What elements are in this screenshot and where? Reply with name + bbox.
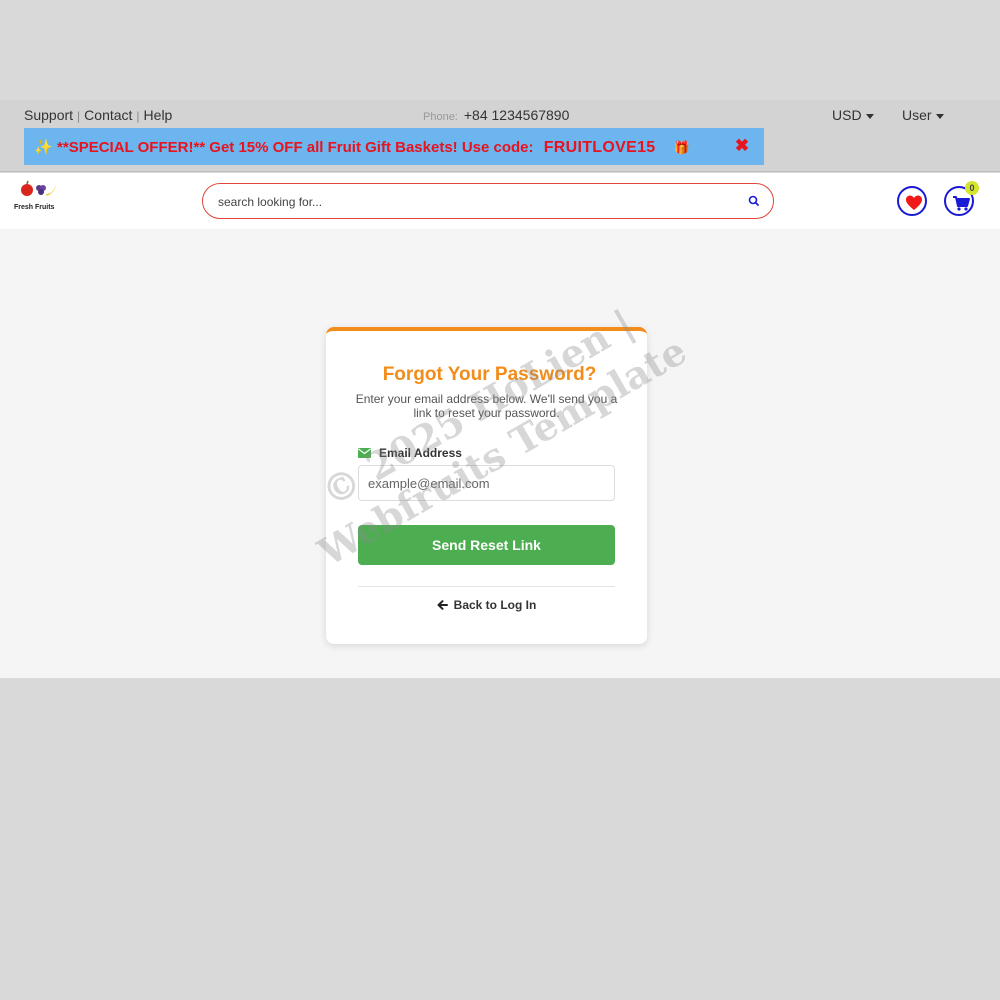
caret-down-icon [935, 113, 944, 119]
promo-text: **SPECIAL OFFER!** Get 15% OFF all Fruit… [57, 139, 534, 156]
promo-banner: ✨ **SPECIAL OFFER!** Get 15% OFF all Fru… [24, 128, 764, 165]
email-label-text: Email Address [379, 446, 462, 460]
back-to-login-label: Back to Log In [453, 598, 537, 612]
user-dropdown[interactable]: User [902, 107, 944, 123]
close-icon[interactable]: ✖ [734, 136, 750, 156]
back-to-login-link[interactable]: Back to Log In [326, 598, 647, 612]
search-icon[interactable] [747, 194, 761, 208]
logo[interactable]: Fresh Fruits [12, 180, 60, 211]
contact-link[interactable]: Contact [84, 107, 132, 123]
phone-label: Phone: [423, 111, 458, 123]
logo-text: Fresh Fruits [14, 204, 55, 211]
email-field[interactable] [358, 465, 615, 501]
phone-number: +84 1234567890 [463, 107, 570, 123]
top-links: Support | Contact | Help [24, 107, 172, 123]
page-title: Forgot Your Password? [382, 364, 597, 385]
promo-message: ✨ **SPECIAL OFFER!** Get 15% OFF all Fru… [24, 138, 700, 157]
phone-info: Phone: +84 1234567890 [423, 107, 569, 123]
sparkle-icon: ✨ [34, 139, 53, 156]
link-separator: | [136, 109, 140, 123]
cart-count-badge: 0 [965, 181, 979, 195]
search-bar [202, 183, 774, 219]
arrow-left-icon [437, 600, 448, 610]
support-link[interactable]: Support [24, 107, 73, 123]
fruit-logo-icon [18, 180, 58, 198]
top-bar: Support | Contact | Help Phone: +84 123456789… [0, 100, 1000, 172]
gift-icon: 🎁 [673, 140, 690, 155]
email-label: Email Address [358, 446, 462, 460]
cart-icon [953, 196, 970, 211]
caret-down-icon [865, 113, 874, 119]
site-header: Fresh Fruits 0 [0, 173, 1000, 229]
instructions-text: Enter your email address below. We'll se… [355, 392, 618, 420]
wishlist-button[interactable] [897, 186, 927, 216]
send-reset-link-button[interactable]: Send Reset Link [358, 525, 615, 565]
forgot-password-card: Forgot Your Password? Enter your email a… [326, 327, 647, 644]
heart-icon [906, 195, 922, 210]
currency-label: USD [832, 107, 862, 123]
main-content: Forgot Your Password? Enter your email a… [0, 229, 1000, 678]
promo-code: FRUITLOVE15 [543, 139, 656, 156]
currency-dropdown[interactable]: USD [832, 107, 874, 123]
envelope-icon [358, 447, 371, 458]
help-link[interactable]: Help [144, 107, 173, 123]
link-separator: | [77, 109, 81, 123]
user-label: User [902, 107, 932, 123]
search-input[interactable] [218, 192, 738, 212]
divider [358, 586, 615, 587]
